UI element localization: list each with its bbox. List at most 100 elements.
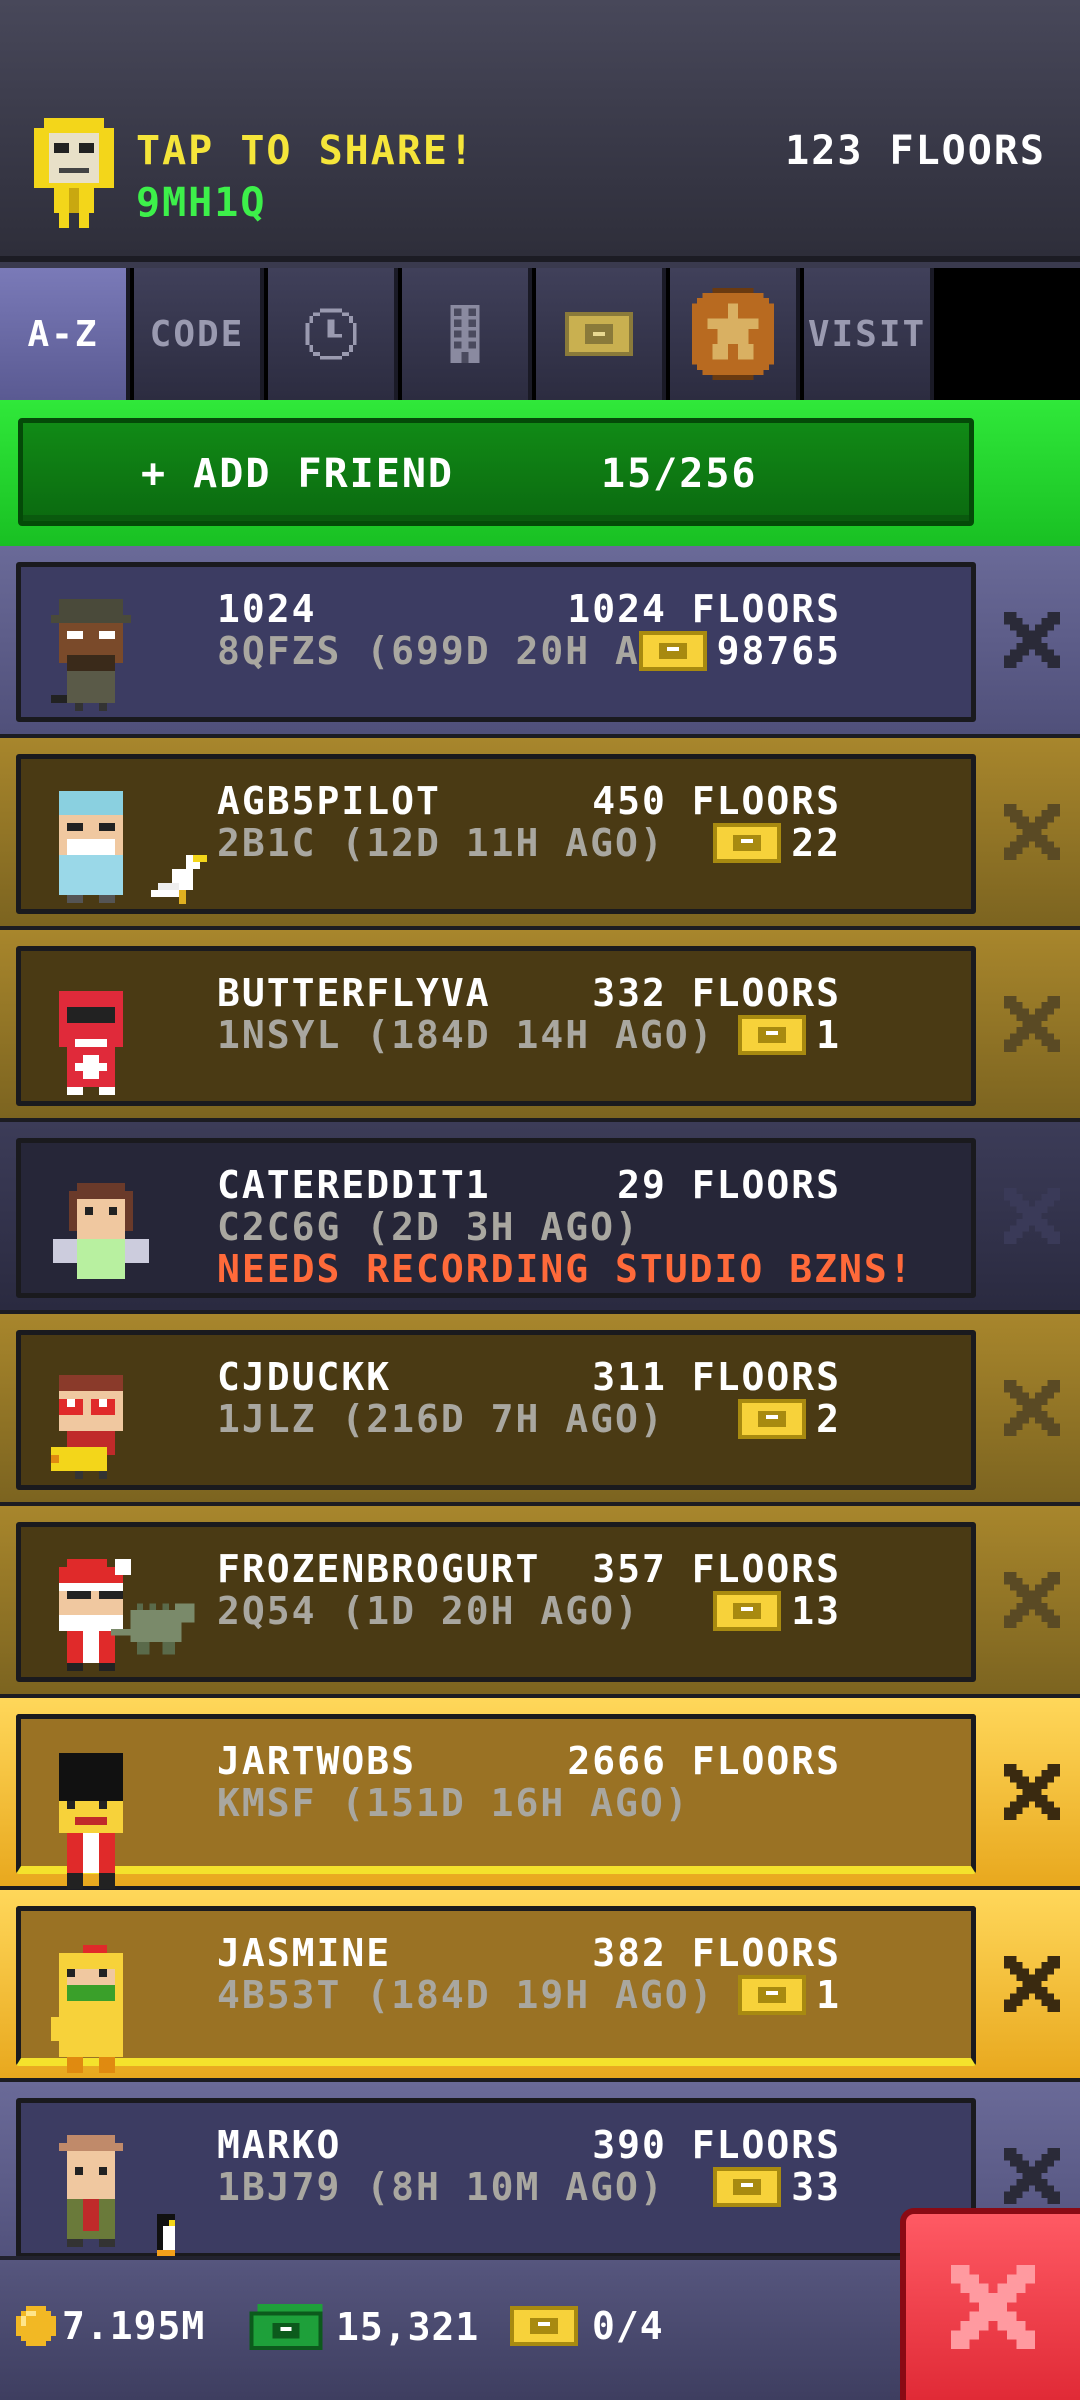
- tab-a-z[interactable]: A-Z: [0, 268, 130, 400]
- tab-recent[interactable]: [268, 268, 398, 400]
- friend-bux-value: 33: [791, 2165, 841, 2209]
- friend-row[interactable]: AGB5PILOT 450 FLOORS 2B1C (12D 11H AGO) …: [0, 738, 1080, 930]
- tab-floors[interactable]: [402, 268, 532, 400]
- friend-floors: 390 FLOORS: [592, 2123, 841, 2167]
- friend-code: 2B1C (12D 11H AGO): [217, 821, 665, 865]
- friend-row[interactable]: JASMINE 382 FLOORS 4B53T (184D 19H AGO) …: [0, 1890, 1080, 2082]
- tab-code[interactable]: CODE: [134, 268, 264, 400]
- friend-row[interactable]: BUTTERFLYVA 332 FLOORS 1NSYL (184D 14H A…: [0, 930, 1080, 1122]
- remove-friend-icon[interactable]: [1004, 1956, 1060, 2012]
- star-medal-icon: [692, 288, 774, 380]
- friend-bux-value: 1: [816, 1973, 841, 2017]
- friend-bux-value: 2: [816, 1397, 841, 1441]
- friend-row[interactable]: CJDUCKK 311 FLOORS 1JLZ (216D 7H AGO) 2: [0, 1314, 1080, 1506]
- friend-name: BUTTERFLYVA: [217, 971, 491, 1015]
- friend-bux: 1: [738, 1973, 841, 2017]
- clock-icon: [305, 308, 357, 360]
- friend-bux: 98765: [638, 629, 841, 673]
- remove-friend-icon[interactable]: [1004, 1572, 1060, 1628]
- friend-name: JARTWOBS: [217, 1739, 417, 1783]
- friend-name: CJDUCKK: [217, 1355, 392, 1399]
- bux-icon: [713, 823, 782, 863]
- bux-icon: [738, 1015, 807, 1055]
- add-friend-label: + ADD FRIEND: [141, 451, 454, 497]
- tab-visit-label: VISIT: [807, 313, 927, 355]
- close-button[interactable]: [900, 2208, 1080, 2400]
- player-avatar-icon: [34, 118, 114, 228]
- friend-count: 15/256: [601, 451, 758, 497]
- friend-bux-value: 22: [791, 821, 841, 865]
- friend-floors: 1024 FLOORS: [567, 587, 841, 631]
- friend-avatar-icon: [51, 1945, 123, 2073]
- friend-name: MARKO: [217, 2123, 342, 2167]
- bux-balance: 15,321: [248, 2304, 479, 2350]
- friend-card[interactable]: JASMINE 382 FLOORS 4B53T (184D 19H AGO) …: [16, 1906, 976, 2073]
- friend-bux: 22: [713, 821, 841, 865]
- friend-card[interactable]: FROZENBROGURT 357 FLOORS 2Q54 (1D 20H AG…: [16, 1522, 976, 1682]
- tab-bux[interactable]: [536, 268, 666, 400]
- player-code: 9MH1Q: [136, 180, 267, 226]
- friend-card[interactable]: CJDUCKK 311 FLOORS 1JLZ (216D 7H AGO) 2: [16, 1330, 976, 1490]
- bux-value: 15,321: [336, 2305, 480, 2349]
- vip-value: 0/4: [592, 2304, 664, 2348]
- friend-card[interactable]: JARTWOBS 2666 FLOORS KMSF (151D 16H AGO): [16, 1714, 976, 1889]
- tab-code-label: CODE: [149, 313, 245, 355]
- friend-floors: 311 FLOORS: [592, 1355, 841, 1399]
- remove-friend-icon[interactable]: [1004, 996, 1060, 1052]
- friend-card[interactable]: AGB5PILOT 450 FLOORS 2B1C (12D 11H AGO) …: [16, 754, 976, 914]
- bux-icon: [738, 1399, 807, 1439]
- friend-floors: 450 FLOORS: [592, 779, 841, 823]
- friend-code: 1NSYL (184D 14H AGO): [217, 1013, 715, 1057]
- friend-bux-value: 98765: [716, 629, 841, 673]
- remove-friend-icon[interactable]: [1004, 1380, 1060, 1436]
- remove-friend-icon[interactable]: [1004, 2148, 1060, 2204]
- friend-floors: 357 FLOORS: [592, 1547, 841, 1591]
- friend-row[interactable]: JARTWOBS 2666 FLOORS KMSF (151D 16H AGO): [0, 1698, 1080, 1890]
- bux-icon: [713, 2167, 782, 2207]
- friend-avatar-icon: [59, 991, 123, 1095]
- friend-card[interactable]: MARKO 390 FLOORS 1BJ79 (8H 10M AGO) 33: [16, 2098, 976, 2256]
- friend-list[interactable]: 1024 1024 FLOORS 8QFZS (699D 20H AGO) 98…: [0, 546, 1080, 2256]
- tap-to-share-label[interactable]: TAP TO SHARE!: [136, 128, 475, 174]
- friend-code: C2C6G (2D 3H AGO): [217, 1205, 640, 1249]
- friend-avatar-icon: [51, 1375, 123, 1479]
- bitizen-pet-bird-icon: [151, 855, 207, 904]
- player-floors: 123 FLOORS: [785, 128, 1046, 174]
- friend-code: 2Q54 (1D 20H AGO): [217, 1589, 640, 1633]
- bux-icon: [565, 312, 633, 356]
- friend-avatar-icon: [53, 1183, 149, 1279]
- friend-floors: 332 FLOORS: [592, 971, 841, 1015]
- remove-friend-icon[interactable]: [1004, 1188, 1060, 1244]
- friend-avatar-icon: [51, 599, 131, 711]
- tab-vip[interactable]: [670, 268, 800, 400]
- tab-a-z-label: A-Z: [27, 313, 99, 355]
- bitizen-pet-dinosaur-icon: [111, 1603, 195, 1655]
- friend-row[interactable]: CATEREDDIT1 29 FLOORS C2C6G (2D 3H AGO) …: [0, 1122, 1080, 1314]
- building-icon: [450, 305, 480, 363]
- tab-visit[interactable]: VISIT: [804, 268, 934, 400]
- friend-row[interactable]: 1024 1024 FLOORS 8QFZS (699D 20H AGO) 98…: [0, 546, 1080, 738]
- friend-bux: 1: [738, 1013, 841, 1057]
- money-bill-icon: [249, 2304, 323, 2350]
- bux-icon: [738, 1975, 807, 2015]
- bux-icon: [510, 2306, 578, 2346]
- add-friend-button[interactable]: + ADD FRIEND 15/256: [18, 418, 974, 526]
- friend-row[interactable]: FROZENBROGURT 357 FLOORS 2Q54 (1D 20H AG…: [0, 1506, 1080, 1698]
- friend-bux: 33: [713, 2165, 841, 2209]
- coin-icon: [16, 2306, 56, 2346]
- bux-icon: [638, 631, 707, 671]
- remove-friend-icon[interactable]: [1004, 612, 1060, 668]
- remove-friend-icon[interactable]: [1004, 804, 1060, 860]
- friend-bux: 13: [713, 1589, 841, 1633]
- friend-code: 1JLZ (216D 7H AGO): [217, 1397, 665, 1441]
- friend-bux-value: 13: [791, 1589, 841, 1633]
- friend-name: 1024: [217, 587, 317, 631]
- friend-card[interactable]: BUTTERFLYVA 332 FLOORS 1NSYL (184D 14H A…: [16, 946, 976, 1106]
- share-header[interactable]: TAP TO SHARE! 9MH1Q 123 FLOORS: [0, 0, 1080, 262]
- friend-floors: 29 FLOORS: [617, 1163, 841, 1207]
- remove-friend-icon[interactable]: [1004, 1764, 1060, 1820]
- bux-icon: [713, 1591, 782, 1631]
- friend-avatar-icon: [59, 1753, 123, 1889]
- friend-card[interactable]: CATEREDDIT1 29 FLOORS C2C6G (2D 3H AGO) …: [16, 1138, 976, 1298]
- friend-card[interactable]: 1024 1024 FLOORS 8QFZS (699D 20H AGO) 98…: [16, 562, 976, 722]
